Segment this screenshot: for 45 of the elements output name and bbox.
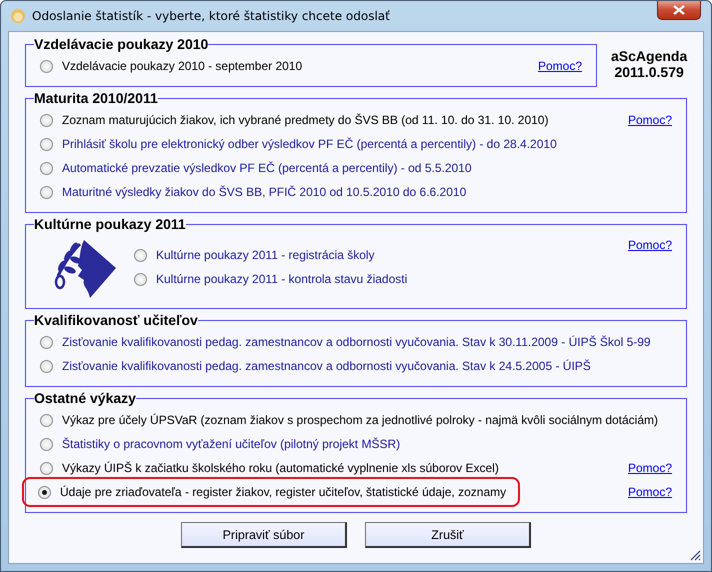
radio-button[interactable] <box>40 162 53 174</box>
app-icon <box>10 8 26 24</box>
option-label[interactable]: Vzdelávacie poukazy 2010 - september 2010 <box>62 59 302 73</box>
radio-button[interactable] <box>134 272 147 286</box>
help-link[interactable]: Pomoc? <box>628 113 672 127</box>
radio-button[interactable] <box>40 60 53 72</box>
dialog-button[interactable]: Pripraviť súbor <box>181 522 347 548</box>
radio-button[interactable] <box>134 248 147 262</box>
help-link[interactable]: Pomoc? <box>628 238 672 252</box>
option-label[interactable]: Štatistiky o pracovnom vyťažení učiteľov (pilotný projekt MŠSR) <box>62 437 400 451</box>
group-title: Maturita 2010/2011 <box>34 90 158 106</box>
radio-button[interactable] <box>40 462 53 474</box>
option-label[interactable]: Maturitné výsledky žiakov do ŠVS BB, PFIČ 2010 od 10.5.2010 do 6.6.2010 <box>62 185 466 199</box>
help-link[interactable]: Pomoc? <box>628 485 672 499</box>
help-link[interactable]: Pomoc? <box>538 59 582 73</box>
group-title: Kultúrne poukazy 2011 <box>34 216 186 232</box>
group-title: Kvalifikovanosť učiteľov <box>34 312 198 328</box>
radio-button[interactable] <box>40 138 53 150</box>
close-button[interactable] <box>657 1 701 20</box>
radio-button[interactable] <box>40 336 53 348</box>
group-title: Vzdelávacie poukazy 2010 <box>34 36 208 52</box>
radio-button[interactable] <box>38 486 51 498</box>
option-label[interactable]: Zisťovanie kvalifikovanosti pedag. zamestnancov a odbornosti vyučovania. Stav k 30.11.2009 - ÚIPŠ Škol 5-99 <box>62 335 651 349</box>
option-label[interactable]: Kultúrne poukazy 2011 - registrácia školy <box>156 248 375 262</box>
dialog-button[interactable]: Zrušiť <box>365 522 531 548</box>
product-name: aScAgenda <box>611 48 688 64</box>
window-title: Odoslanie štatistík - vyberte, ktoré štatistiky chcete odoslať <box>32 9 390 23</box>
radio-button[interactable] <box>40 414 53 426</box>
option-label[interactable]: Prihlásiť školu pre elektronický odber výsledkov PF EČ (percentá a percentily) - do 28.4.2010 <box>62 137 557 151</box>
option-label[interactable]: Kultúrne poukazy 2011 - kontrola stavu žiadosti <box>156 272 408 286</box>
version-number: 2011.0.579 <box>614 64 684 80</box>
radio-button[interactable] <box>40 114 53 126</box>
option-label[interactable]: Údaje pre zriaďovateľa - register žiakov, register učiteľov, štatistické údaje, zoznamy <box>60 485 506 499</box>
option-label[interactable]: Výkazy ÚIPŠ k začiatku školského roku (automatické vyplnenie xls súborov Excel) <box>62 461 499 475</box>
option-label[interactable]: Zisťovanie kvalifikovanosti pedag. zamestnancov a odbornosti vyučovania. Stav k 24.5.2005 - ÚIPŠ <box>62 359 591 373</box>
radio-button[interactable] <box>40 360 53 372</box>
radio-button[interactable] <box>40 438 53 450</box>
resize-grip-icon <box>689 549 701 561</box>
option-label[interactable]: Automatické prevzatie výsledkov PF EČ (percentá a percentily) - od 5.5.2010 <box>62 161 472 175</box>
close-icon <box>673 5 685 15</box>
group-title: Ostatné výkazy <box>34 390 136 406</box>
radio-button[interactable] <box>40 186 53 198</box>
help-link[interactable]: Pomoc? <box>628 461 672 475</box>
option-label[interactable]: Výkaz pre účely ÚPSVaR (zoznam žiakov s prospechom za jednotlivé polroky - najmä kvôli sociálnym dotáciám) <box>62 413 658 427</box>
option-label[interactable]: Zoznam maturujúcich žiakov, ich vybrané predmety do ŠVS BB (od 11. 10. do 31. 10. 2010) <box>62 113 548 127</box>
